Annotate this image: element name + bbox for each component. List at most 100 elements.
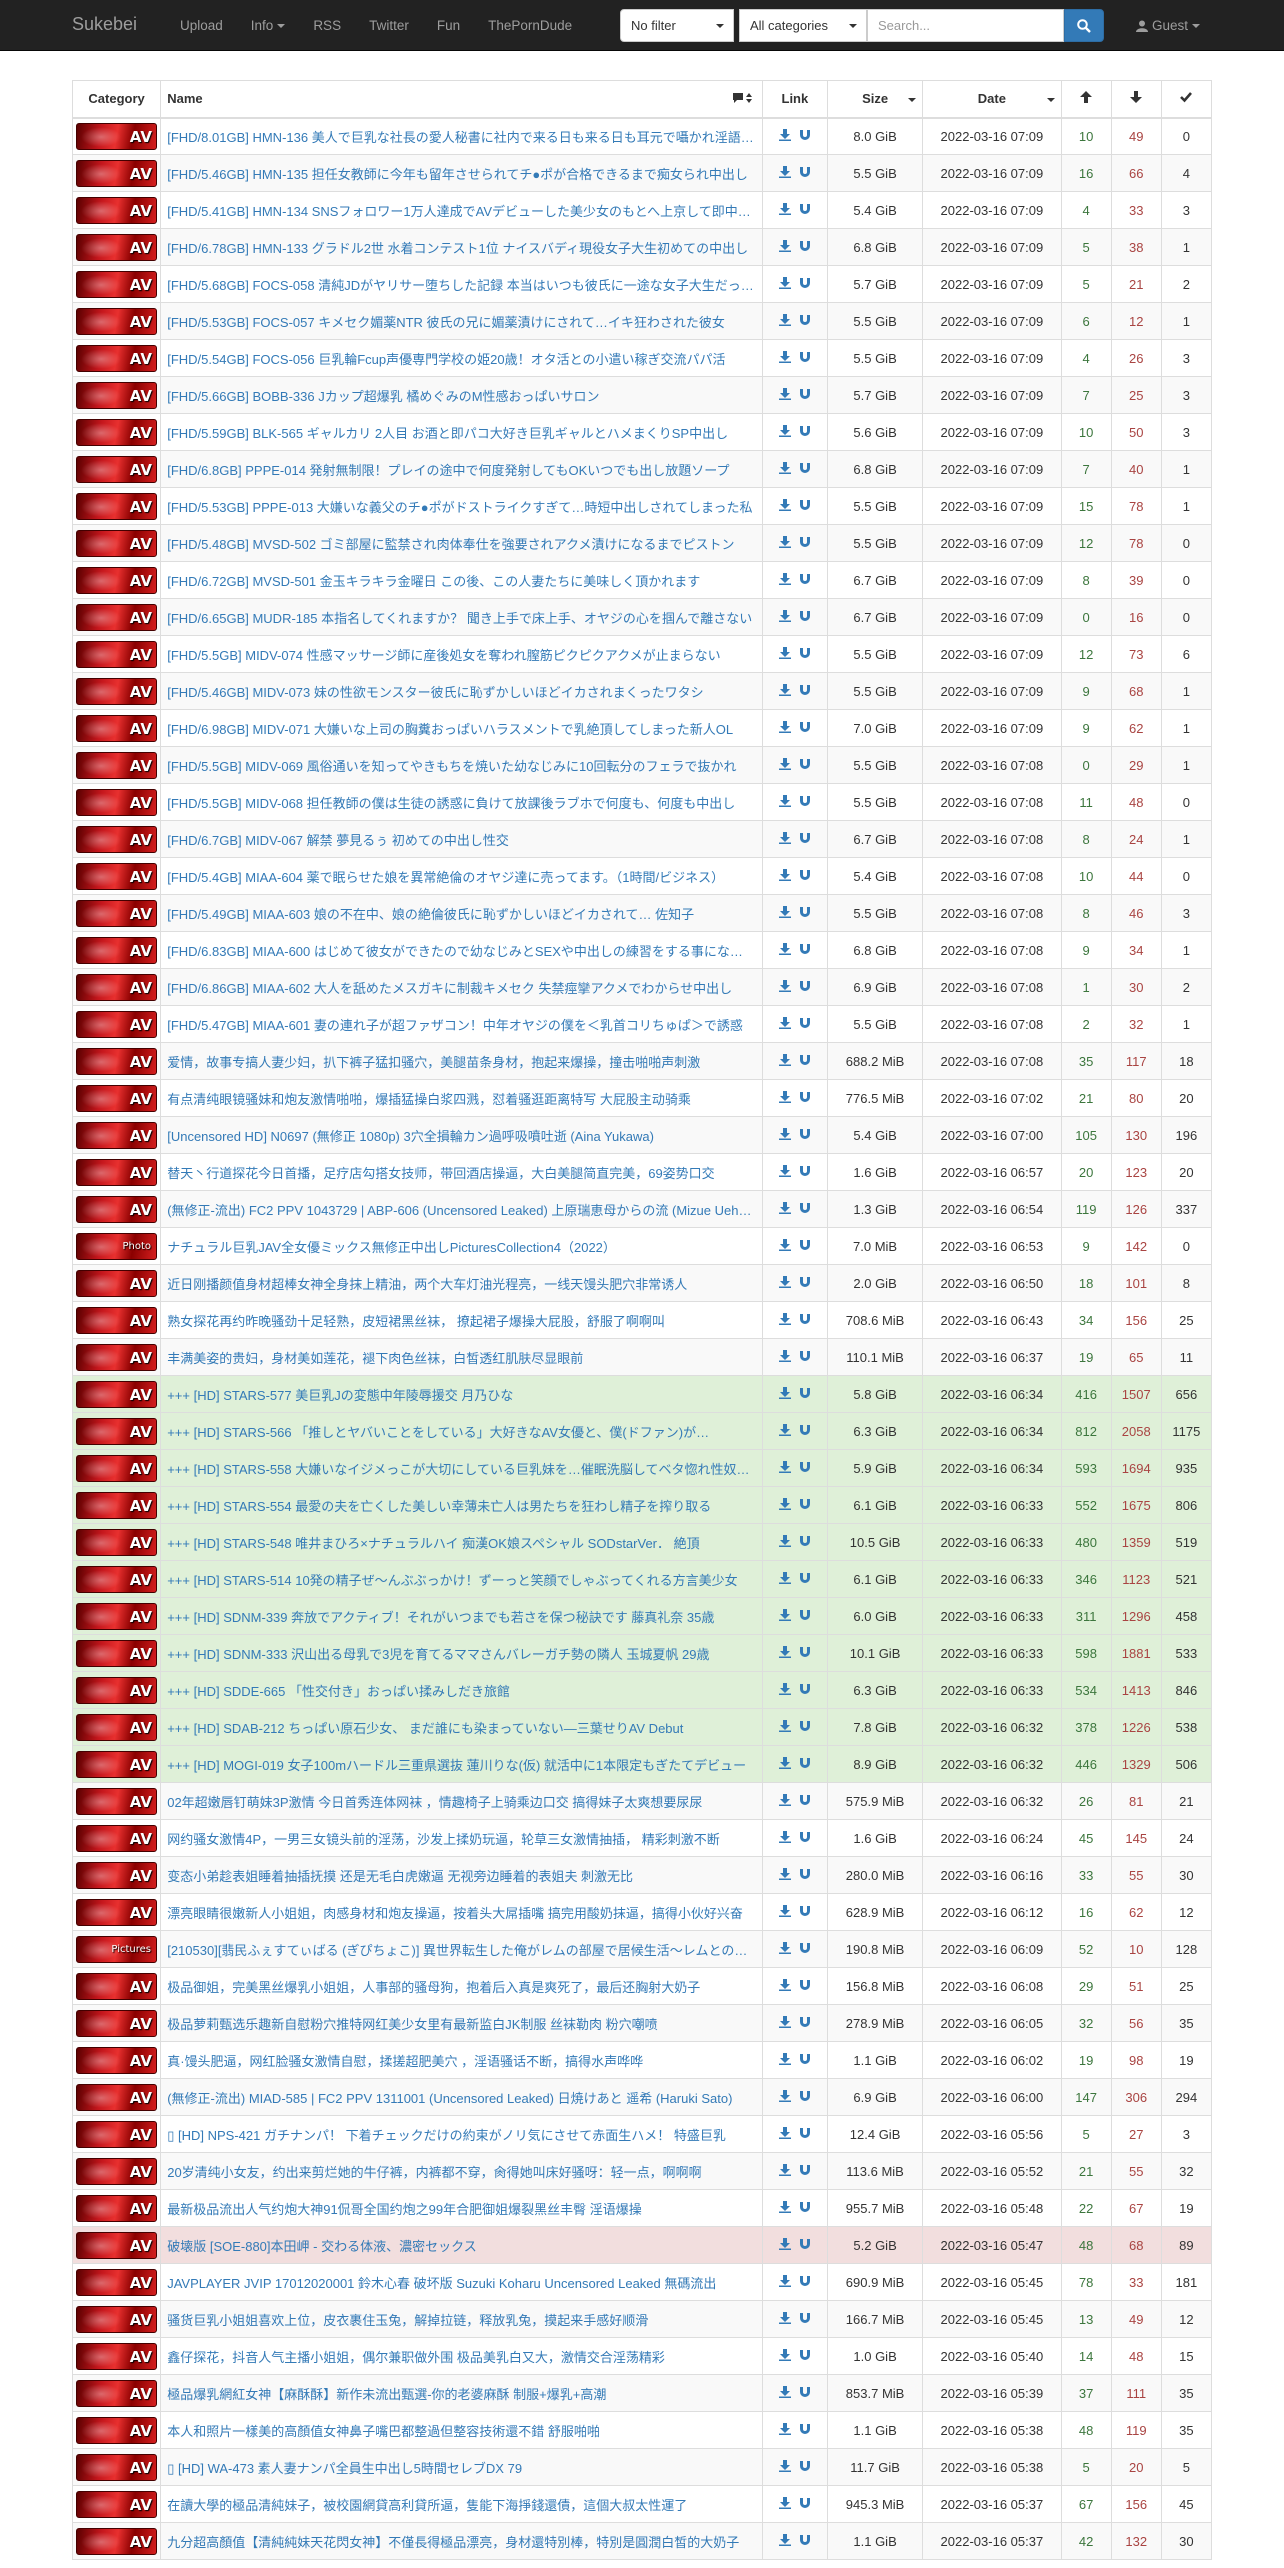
torrent-title-link[interactable]: [Uncensored HD] N0697 (無修正 1080p) 3穴全損輪カ… — [167, 1126, 756, 1145]
download-icon[interactable] — [778, 387, 791, 403]
download-icon[interactable] — [778, 1497, 791, 1513]
category-select[interactable]: All categories — [739, 9, 867, 42]
download-icon[interactable] — [778, 1941, 791, 1957]
download-icon[interactable] — [778, 2311, 791, 2327]
download-icon[interactable] — [778, 350, 791, 366]
magnet-icon[interactable] — [799, 1905, 811, 1920]
magnet-icon[interactable] — [799, 240, 811, 255]
category-badge[interactable]: AV — [76, 1195, 157, 1223]
category-badge[interactable]: AV — [76, 1047, 157, 1075]
category-badge[interactable]: AV — [76, 788, 157, 816]
magnet-icon[interactable] — [799, 869, 811, 884]
torrent-title-link[interactable]: 替天丶行道探花今日首播，足疗店勾搭女技师，带回酒店操逼，大白美腿简直完美，69姿… — [167, 1163, 756, 1182]
category-badge[interactable]: AV — [76, 1084, 157, 1112]
download-icon[interactable] — [778, 2052, 791, 2068]
torrent-title-link[interactable]: [FHD/6.83GB] MIAA-600 はじめて彼女ができたので幼なじみとS… — [167, 941, 756, 960]
torrent-title-link[interactable]: [FHD/6.86GB] MIAA-602 大人を舐めたメスガキに制裁キメセク … — [167, 978, 756, 997]
category-badge[interactable]: AV — [76, 196, 157, 224]
magnet-icon[interactable] — [799, 1461, 811, 1476]
category-badge[interactable]: AV — [76, 1454, 157, 1482]
user-menu[interactable]: Guest — [1136, 0, 1201, 51]
torrent-title-link[interactable]: 本人和照片一樣美的高顏值女神鼻子嘴巴都整過但整容技術還不錯 舒服啪啪 — [167, 2421, 756, 2440]
category-badge[interactable]: AV — [76, 2453, 157, 2481]
magnet-icon[interactable] — [799, 2127, 811, 2142]
download-icon[interactable] — [778, 2533, 791, 2549]
magnet-icon[interactable] — [799, 166, 811, 181]
torrent-title-link[interactable]: [FHD/5.49GB] MIAA-603 娘の不在中、娘の絶倫彼氏に恥ずかしい… — [167, 904, 756, 923]
torrent-title-link[interactable]: +++ [HD] SDNM-339 奔放でアクティブ！それがいつまでも若さを保つ… — [167, 1607, 756, 1626]
torrent-title-link[interactable]: 02年超嫩唇钉萌妹3P激情 今日首秀连体网袜 ，情趣椅子上骑乘边口交 搞得妹子太… — [167, 1792, 756, 1811]
torrent-title-link[interactable]: [FHD/5.4GB] MIAA-604 薬で眠らせた娘を異常絶倫のオヤジ達に売… — [167, 867, 756, 886]
download-icon[interactable] — [778, 313, 791, 329]
magnet-icon[interactable] — [799, 203, 811, 218]
nav-twitter[interactable]: Twitter — [355, 0, 423, 51]
download-icon[interactable] — [778, 239, 791, 255]
download-icon[interactable] — [778, 720, 791, 736]
category-badge[interactable]: AV — [76, 418, 157, 446]
torrent-title-link[interactable]: +++ [HD] STARS-566 「推しとヤバいことをしている」大好きなAV… — [167, 1422, 756, 1441]
category-badge[interactable]: AV — [76, 2416, 157, 2444]
category-badge[interactable]: AV — [76, 2305, 157, 2333]
category-badge[interactable]: AV — [76, 2490, 157, 2518]
category-badge[interactable]: AV — [76, 899, 157, 927]
magnet-icon[interactable] — [799, 2497, 811, 2512]
magnet-icon[interactable] — [799, 980, 811, 995]
category-badge[interactable]: AV — [76, 2083, 157, 2111]
download-icon[interactable] — [778, 2126, 791, 2142]
category-badge[interactable]: AV — [76, 1343, 157, 1371]
magnet-icon[interactable] — [799, 2386, 811, 2401]
magnet-icon[interactable] — [799, 758, 811, 773]
download-icon[interactable] — [778, 757, 791, 773]
category-badge[interactable]: AV — [76, 455, 157, 483]
magnet-icon[interactable] — [799, 1091, 811, 1106]
torrent-title-link[interactable]: 破壊版 [SOE-880]本田岬 - 交わる体液、濃密セックス — [167, 2236, 756, 2255]
download-icon[interactable] — [778, 831, 791, 847]
magnet-icon[interactable] — [799, 2201, 811, 2216]
category-badge[interactable]: AV — [76, 640, 157, 668]
torrent-title-link[interactable]: 骚货巨乳小姐姐喜欢上位，皮衣裹住玉兔，解掉拉链，释放乳兔，摸起来手感好顺滑 — [167, 2310, 756, 2329]
torrent-title-link[interactable]: [FHD/5.46GB] HMN-135 担任女教師に今年も留年させられてチ●ポ… — [167, 164, 756, 183]
header-completed[interactable] — [1160, 80, 1213, 119]
nav-fun[interactable]: Fun — [423, 0, 474, 51]
magnet-icon[interactable] — [799, 1424, 811, 1439]
download-icon[interactable] — [778, 1645, 791, 1661]
torrent-title-link[interactable]: +++ [HD] STARS-554 最愛の夫を亡くした美しい幸薄未亡人は男たち… — [167, 1496, 756, 1515]
torrent-title-link[interactable]: +++ [HD] SDDE-665 「性交付き」おっぱい揉みしだき旅館 — [167, 1681, 756, 1700]
magnet-icon[interactable] — [799, 1202, 811, 1217]
category-badge[interactable]: AV — [76, 529, 157, 557]
magnet-icon[interactable] — [799, 1683, 811, 1698]
magnet-icon[interactable] — [799, 2349, 811, 2364]
torrent-title-link[interactable]: [FHD/5.5GB] MIDV-074 性感マッサージ師に産後処女を奪われ膣筋… — [167, 645, 756, 664]
torrent-title-link[interactable]: 网约骚女激情4P，一男三女镜头前的淫荡，沙发上揉奶玩逼，轮草三女激情抽插， 精彩… — [167, 1829, 756, 1848]
magnet-icon[interactable] — [799, 1794, 811, 1809]
magnet-icon[interactable] — [799, 2090, 811, 2105]
torrent-title-link[interactable]: +++ [HD] STARS-514 10発の精子ぜ〜んぶぶっかけ！ずーっと笑顔… — [167, 1570, 756, 1589]
torrent-title-link[interactable]: [FHD/5.59GB] BLK-565 ギャルカリ 2人目 お酒と即パコ大好き… — [167, 423, 756, 442]
category-badge[interactable]: AV — [76, 2231, 157, 2259]
magnet-icon[interactable] — [799, 721, 811, 736]
category-badge[interactable]: AV — [76, 1565, 157, 1593]
download-icon[interactable] — [778, 2089, 791, 2105]
magnet-icon[interactable] — [799, 2238, 811, 2253]
download-icon[interactable] — [778, 1312, 791, 1328]
category-badge[interactable]: AV — [76, 1528, 157, 1556]
download-icon[interactable] — [778, 498, 791, 514]
magnet-icon[interactable] — [799, 2053, 811, 2068]
category-badge[interactable]: AV — [76, 1750, 157, 1778]
download-icon[interactable] — [778, 2422, 791, 2438]
torrent-title-link[interactable]: +++ [HD] STARS-577 美巨乳Jの変態中年陵辱援交 月乃ひな — [167, 1385, 756, 1404]
download-icon[interactable] — [778, 2015, 791, 2031]
torrent-title-link[interactable]: [FHD/8.01GB] HMN-136 美人で巨乳な社長の愛人秘書に社内で来る… — [167, 127, 756, 146]
download-icon[interactable] — [778, 1275, 791, 1291]
torrent-title-link[interactable]: [FHD/6.98GB] MIDV-071 大嫌いな上司の胸糞おっぱいハラスメン… — [167, 719, 756, 738]
magnet-icon[interactable] — [799, 1979, 811, 1994]
torrent-title-link[interactable]: 有点清纯眼镜骚妹和炮友激情啪啪，爆插猛操白浆四溅，怼着骚逛距离特写 大屁股主动骑… — [167, 1089, 756, 1108]
category-badge[interactable]: AV — [76, 1121, 157, 1149]
magnet-icon[interactable] — [799, 277, 811, 292]
magnet-icon[interactable] — [799, 573, 811, 588]
torrent-title-link[interactable]: [FHD/5.53GB] PPPE-013 大嫌いな義父のチ●ポがドストライクす… — [167, 497, 756, 516]
download-icon[interactable] — [778, 1571, 791, 1587]
category-badge[interactable]: AV — [76, 1713, 157, 1741]
category-badge[interactable]: AV — [76, 1787, 157, 1815]
category-badge[interactable]: AV — [76, 1158, 157, 1186]
